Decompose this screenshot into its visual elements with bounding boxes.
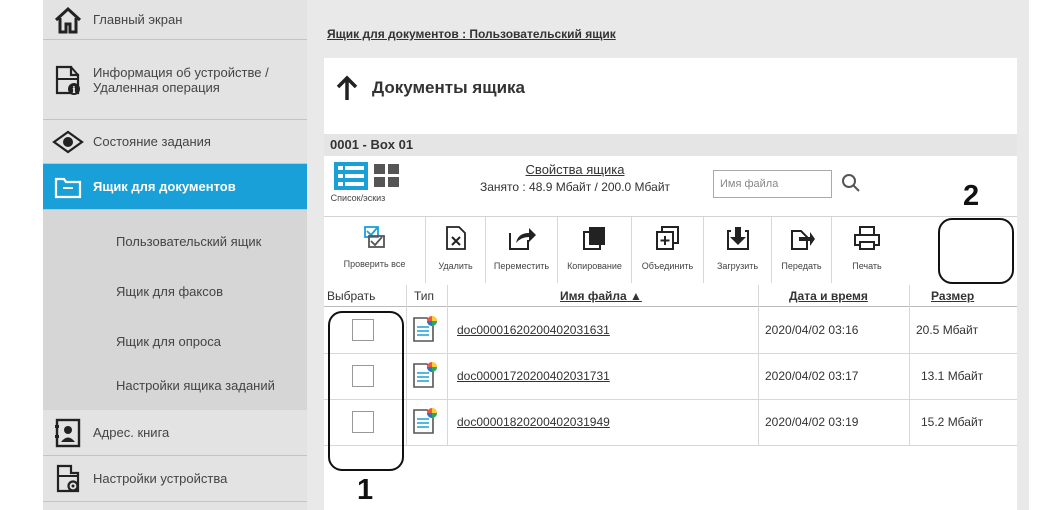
document-icon (412, 361, 438, 392)
copy-label: Копирование (567, 261, 622, 271)
box-info-row: Список/эскиз Свойства ящика Занято : 48.… (324, 156, 1017, 217)
box-properties-link[interactable]: Свойства ящика (430, 162, 720, 177)
nav-device-settings-label: Настройки устройства (93, 471, 228, 486)
file-name-link[interactable]: doc00001620200402031631 (457, 323, 610, 337)
sidebar: Главный экран i Информация об устройстве… (43, 0, 307, 510)
header-type: Тип (414, 289, 435, 303)
eye-icon (43, 120, 93, 163)
nav-job-status[interactable]: Состояние задания (43, 120, 307, 164)
print-button[interactable]: Печать (832, 217, 902, 283)
file-name-link[interactable]: doc00001820200402031949 (457, 415, 610, 429)
header-size[interactable]: Размер (931, 289, 974, 303)
home-icon (43, 0, 93, 39)
page-header: Документы ящика (324, 58, 1017, 118)
sidebar-item-user-box[interactable]: Пользовательский ящик (43, 218, 307, 264)
sidebar-item-fax-box[interactable]: Ящик для факсов (43, 268, 307, 314)
move-icon (507, 225, 537, 256)
nav-document-box-label: Ящик для документов (93, 179, 236, 194)
delete-button[interactable]: Удалить (426, 217, 486, 283)
send-icon (789, 225, 815, 256)
header-filename[interactable]: Имя файла ▲ (560, 289, 642, 303)
print-icon (853, 225, 881, 256)
view-toggle-label: Список/эскиз (330, 193, 386, 203)
nav-address-book-label: Адрес. книга (93, 425, 170, 440)
download-icon (725, 225, 751, 256)
page-title: Документы ящика (372, 78, 525, 97)
nav-job-status-label: Состояние задания (93, 134, 211, 149)
table-row[interactable]: doc00001620200402031631 2020/04/02 03:16… (324, 307, 1017, 354)
breadcrumb[interactable]: Ящик для документов : Пользовательский я… (327, 27, 616, 41)
file-size: 15.2 Мбайт (921, 415, 984, 429)
filename-search-input[interactable] (713, 170, 832, 198)
list-view-icon[interactable] (334, 162, 368, 195)
file-date: 2020/04/02 03:17 (765, 369, 859, 383)
document-icon (412, 407, 438, 438)
sidebar-item-job-box-settings[interactable]: Настройки ящика заданий (43, 362, 307, 408)
nav-home-label: Главный экран (93, 12, 183, 27)
file-date: 2020/04/02 03:16 (765, 323, 859, 337)
check-all-label: Проверить все (343, 259, 406, 269)
callout-number-2: 2 (963, 180, 980, 212)
check-all-icon (363, 225, 387, 254)
move-button[interactable]: Переместить (486, 217, 558, 283)
callout-frame-2 (938, 218, 1014, 284)
header-datetime[interactable]: Дата и время (789, 289, 868, 303)
nav-address-book[interactable]: Адрес. книга (43, 410, 307, 456)
nav-document-box[interactable]: Ящик для документов (43, 164, 307, 210)
table-row[interactable]: doc00001820200402031949 2020/04/02 03:19… (324, 399, 1017, 446)
send-button[interactable]: Передать (772, 217, 832, 283)
svg-text:i: i (72, 86, 76, 96)
nav-device-settings[interactable]: Настройки устройства (43, 456, 307, 502)
file-size: 13.1 Мбайт (921, 369, 984, 383)
delete-icon (444, 225, 468, 256)
nav-home[interactable]: Главный экран (43, 0, 307, 40)
merge-label: Объединить (641, 261, 694, 271)
table-header: Выбрать Тип Имя файла ▲ Дата и время Раз… (324, 285, 1017, 307)
download-button[interactable]: Загрузить (704, 217, 772, 283)
merge-icon (655, 225, 681, 256)
up-arrow-icon[interactable] (336, 75, 358, 101)
address-book-icon (43, 410, 93, 455)
print-label: Печать (852, 261, 882, 271)
document-panel: Документы ящика 0001 - Box 01 Список/эск… (324, 58, 1017, 510)
thumbnail-view-icon[interactable] (374, 164, 400, 193)
move-label: Переместить (493, 261, 550, 271)
delete-label: Удалить (438, 261, 473, 271)
main-content: Ящик для документов : Пользовательский я… (307, 0, 1029, 510)
sidebar-item-polling-box[interactable]: Ящик для опроса (43, 318, 307, 364)
folder-icon (43, 164, 93, 209)
device-info-icon: i (43, 40, 93, 119)
header-select: Выбрать (327, 289, 376, 303)
nav-device-info[interactable]: i Информация об устройстве / Удаленная о… (43, 40, 307, 120)
check-all-button[interactable]: Проверить все (324, 217, 426, 283)
nav-next-item (43, 502, 307, 510)
download-label: Загрузить (716, 261, 759, 271)
file-name-link[interactable]: doc00001720200402031731 (457, 369, 610, 383)
device-settings-icon (43, 456, 93, 501)
file-size: 20.5 Мбайт (916, 323, 979, 337)
callout-number-1: 1 (357, 474, 374, 506)
box-properties: Свойства ящика Занято : 48.9 Мбайт / 200… (430, 162, 720, 194)
table-row[interactable]: doc00001720200402031731 2020/04/02 03:17… (324, 353, 1017, 400)
search-icon[interactable] (836, 168, 866, 198)
copy-icon (582, 225, 608, 256)
document-icon (412, 315, 438, 346)
file-date: 2020/04/02 03:19 (765, 415, 859, 429)
toolbar: Проверить все Удалить Переместить Копиро… (324, 217, 1017, 283)
merge-button[interactable]: Объединить (632, 217, 704, 283)
view-toggle[interactable]: Список/эскиз (328, 162, 420, 210)
send-label: Передать (781, 261, 822, 271)
copy-button[interactable]: Копирование (558, 217, 632, 283)
box-name: 0001 - Box 01 (324, 134, 1017, 156)
nav-device-info-label: Информация об устройстве / Удаленная опе… (93, 64, 269, 95)
box-usage: Занято : 48.9 Мбайт / 200.0 Мбайт (479, 180, 671, 194)
callout-frame-1 (328, 311, 404, 471)
